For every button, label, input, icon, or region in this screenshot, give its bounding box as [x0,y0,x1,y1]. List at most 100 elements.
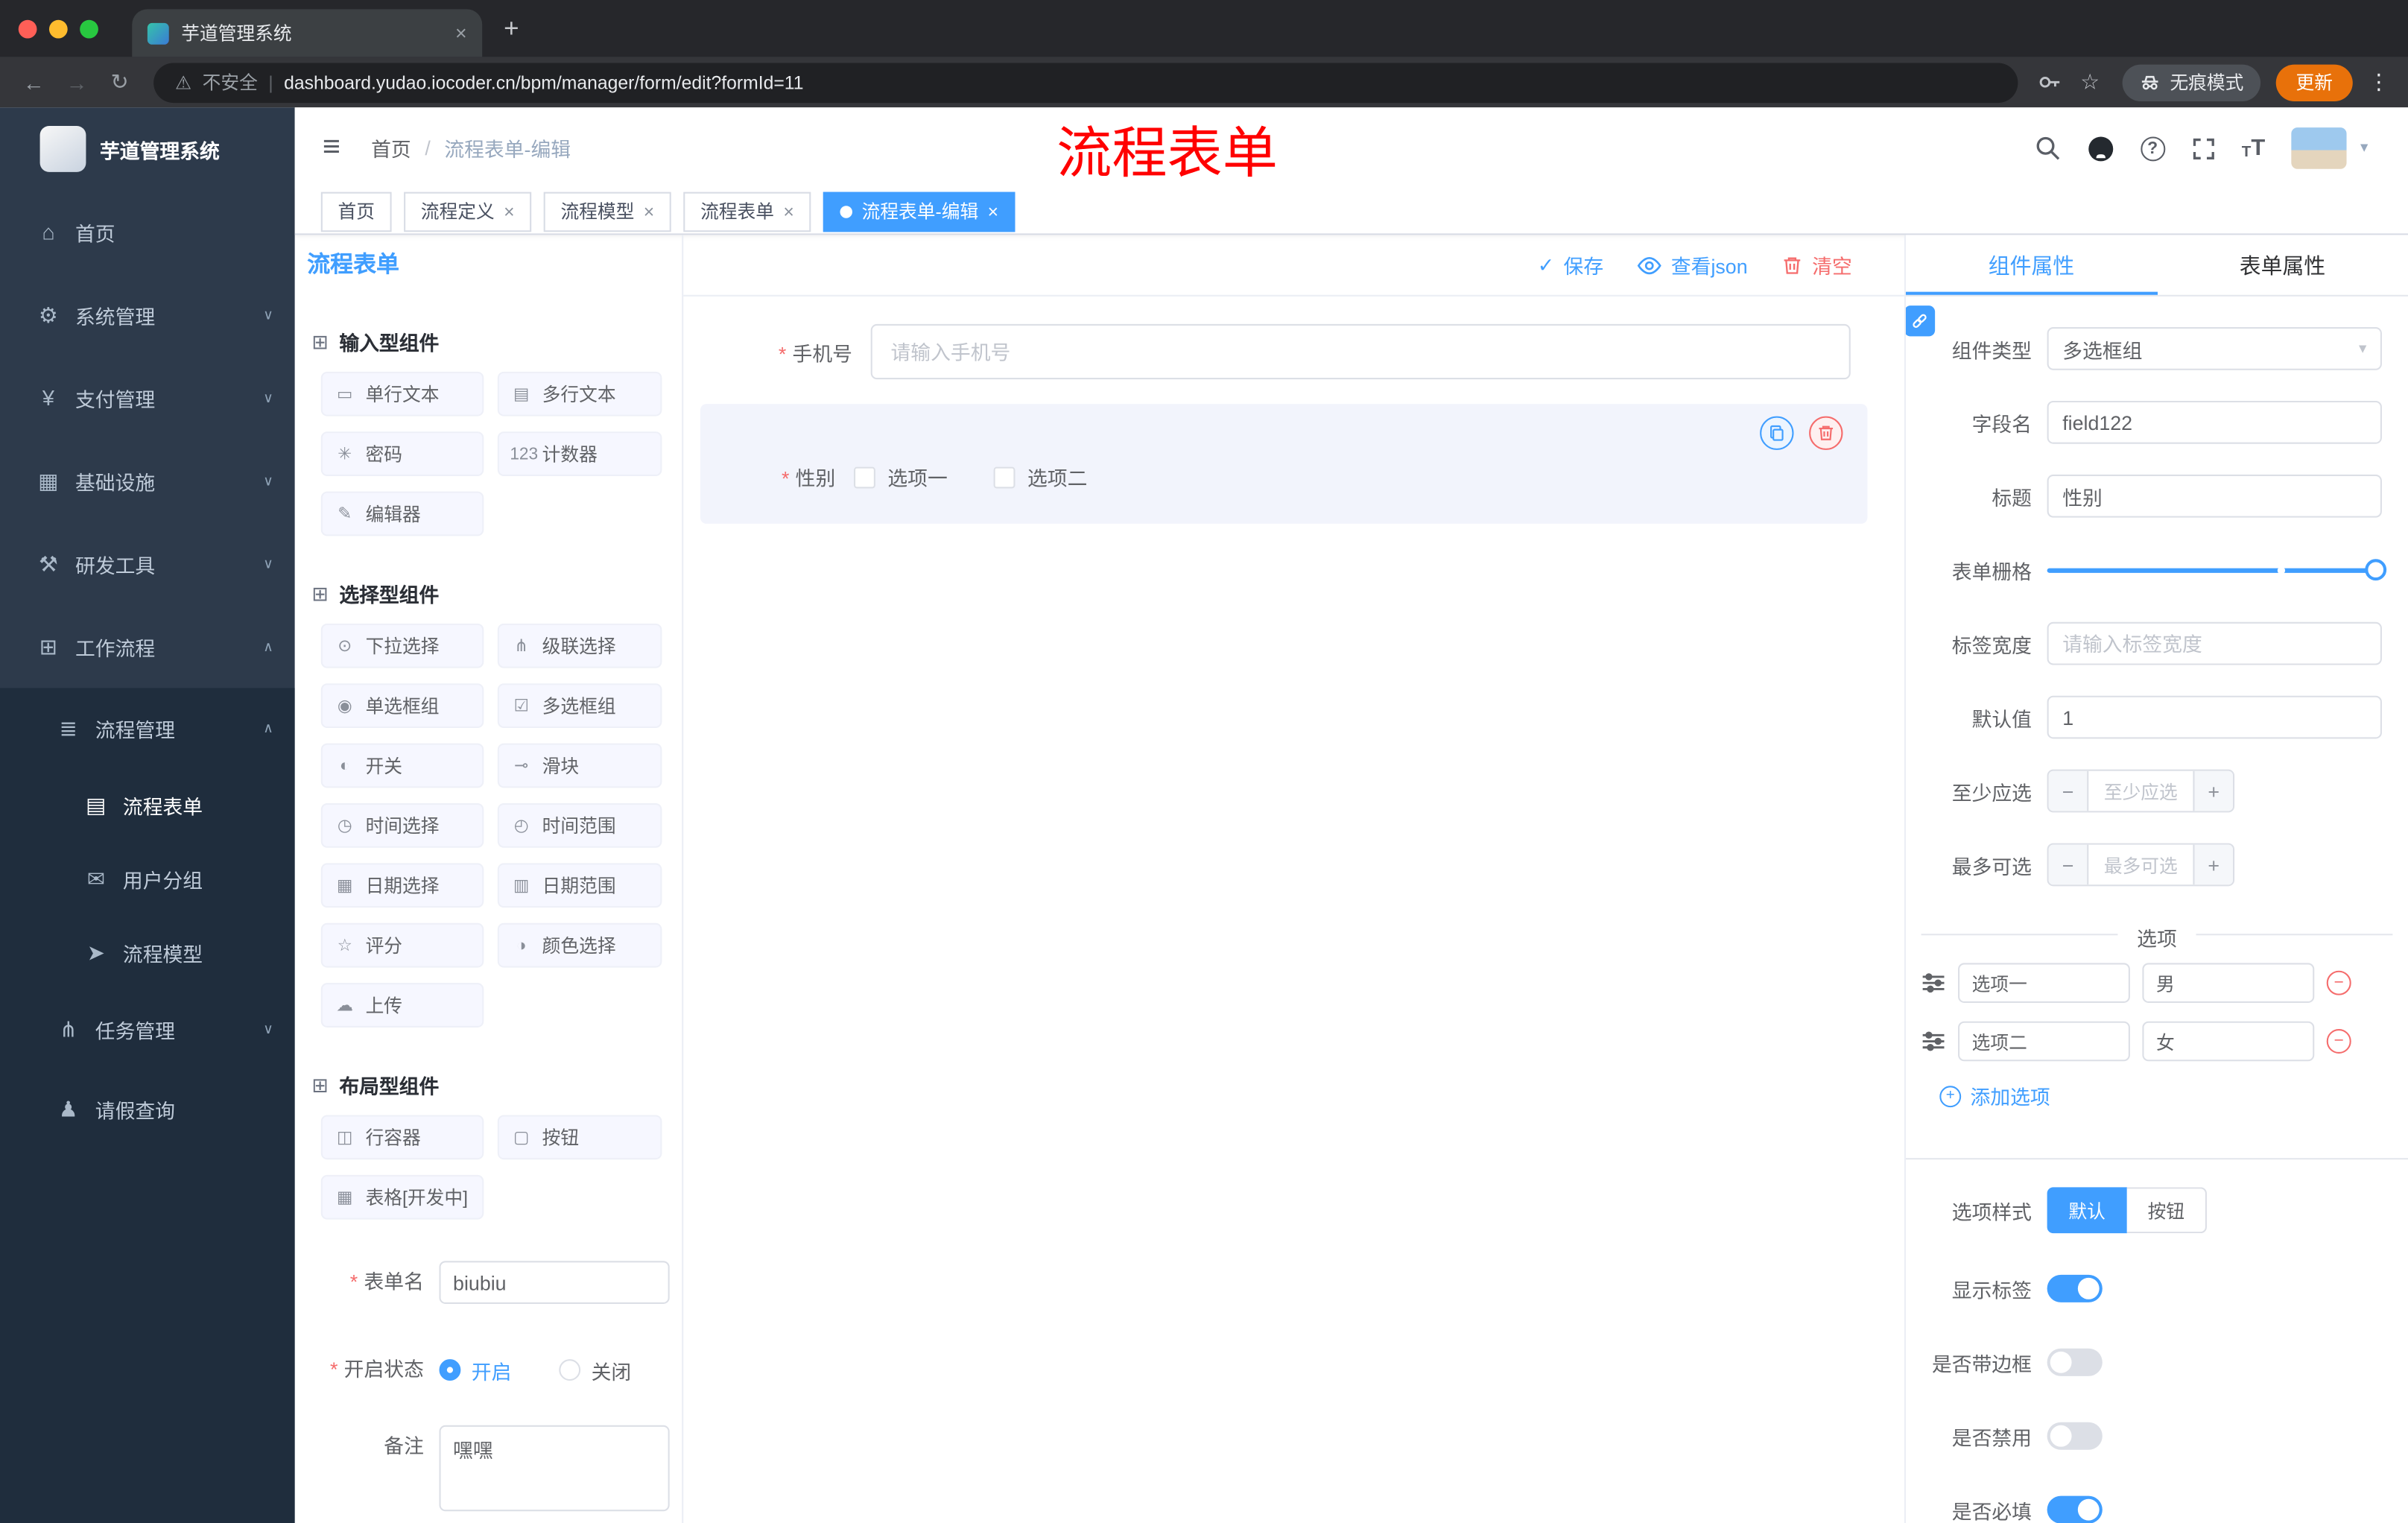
gender-option2-label[interactable]: 选项二 [1027,462,1087,491]
sidebar-item-workflow[interactable]: ⊞ 工作流程 ∧ [0,605,295,688]
tag-process-form-edit[interactable]: 流程表单-编辑 × [823,191,1016,232]
show-label-toggle[interactable] [2047,1274,2103,1302]
palette-item[interactable]: 123 计数器 [497,431,662,476]
tab-close-icon[interactable]: × [455,22,467,45]
palette-item[interactable]: ▥ 日期范围 [497,863,662,908]
tag-close-icon[interactable]: × [988,200,998,222]
palette-item[interactable]: ⊸ 滑块 [497,743,662,788]
palette-item[interactable]: ⊙ 下拉选择 [320,623,484,668]
palette-item[interactable]: ◷ 时间选择 [320,803,484,848]
increment-button[interactable]: + [2193,770,2234,811]
clear-button[interactable]: 清空 [1781,250,1852,279]
palette-item[interactable]: ☁ 上传 [320,983,484,1028]
decrement-button[interactable]: − [2048,844,2089,885]
component-type-select[interactable]: 多选框组 ▾ [2047,327,2382,370]
tag-close-icon[interactable]: × [644,200,654,222]
palette-item[interactable]: ☆ 评分 [320,922,484,968]
minimize-window-button[interactable] [48,19,68,38]
help-icon[interactable]: ? [2140,136,2165,161]
sidebar-item-payment[interactable]: ¥ 支付管理 ∨ [0,356,295,439]
address-bar[interactable]: ⚠ 不安全 | dashboard.yudao.iocoder.cn/bpm/m… [153,62,2018,103]
browser-menu-button[interactable]: ⋮ [2365,69,2392,95]
tag-close-icon[interactable]: × [783,200,793,222]
bookmark-star-icon[interactable]: ☆ [2073,69,2107,95]
disabled-toggle[interactable] [2047,1422,2103,1450]
decrement-button[interactable]: − [2048,770,2089,811]
fullscreen-icon[interactable] [2191,136,2216,160]
selected-component[interactable]: 性别 选项一 选项二 [700,404,1868,524]
increment-button[interactable]: + [2193,844,2234,885]
palette-item[interactable]: ◉ 单选框组 [320,683,484,729]
status-radio-on[interactable] [439,1359,461,1381]
sidebar-item-user-group[interactable]: ✉ 用户分组 [0,842,295,916]
gender-option1-checkbox[interactable] [854,466,875,488]
copy-button[interactable] [1760,416,1794,450]
option-value-input[interactable] [2142,1021,2315,1062]
drag-sliders-icon[interactable] [1921,1029,1946,1054]
gender-option1-label[interactable]: 选项一 [887,462,947,491]
title-input[interactable] [2047,474,2382,518]
palette-item[interactable]: ▦ 日期选择 [320,863,484,908]
delete-button[interactable] [1809,416,1843,450]
tag-close-icon[interactable]: × [504,200,514,222]
remove-option-button[interactable]: − [2326,970,2351,995]
link-button[interactable] [1905,305,1936,337]
breadcrumb-home[interactable]: 首页 [371,133,411,162]
back-button[interactable]: ← [16,70,52,95]
remove-option-button[interactable]: − [2326,1029,2351,1054]
palette-item[interactable]: ☑ 多选框组 [497,683,662,729]
tag-process-model[interactable]: 流程模型 × [543,191,671,232]
palette-item[interactable]: ✳ 密码 [320,431,484,476]
close-window-button[interactable] [18,19,37,38]
gender-option2-checkbox[interactable] [993,466,1016,488]
palette-item[interactable]: ⋔ 级联选择 [497,623,662,668]
github-icon[interactable] [2087,134,2114,162]
option-name-input[interactable] [1958,1021,2130,1062]
hamburger-button[interactable]: ≡ [323,130,340,165]
key-icon[interactable] [2033,71,2067,94]
sidebar-item-process-model[interactable]: ➤ 流程模型 [0,915,295,989]
palette-item[interactable]: ◑ 颜色选择 [497,922,662,968]
status-off-label[interactable]: 关闭 [592,1355,632,1384]
phone-input[interactable] [870,323,1851,380]
search-icon[interactable] [2034,135,2060,161]
update-button[interactable]: 更新 [2275,63,2353,101]
border-toggle[interactable] [2047,1348,2103,1376]
default-value-input[interactable] [2047,695,2382,739]
option-value-input[interactable] [2142,963,2315,1003]
style-button-button[interactable]: 按钮 [2126,1187,2207,1234]
slider-handle[interactable] [2365,559,2387,581]
sidebar-item-infrastructure[interactable]: ▦ 基础设施 ∨ [0,440,295,522]
save-button[interactable]: ✓ 保存 [1538,250,1603,279]
drag-sliders-icon[interactable] [1921,971,1946,995]
zoom-window-button[interactable] [80,19,98,38]
sidebar-item-leave-query[interactable]: ♟ 请假查询 [0,1069,295,1149]
option-name-input[interactable] [1958,963,2130,1003]
profile-caret-icon[interactable]: ▾ [2360,140,2368,157]
sidebar-item-home[interactable]: ⌂ 首页 [0,191,295,273]
palette-item[interactable]: ▭ 单行文本 [320,371,484,417]
form-name-input[interactable] [439,1261,670,1304]
palette-item[interactable]: ◫ 行容器 [320,1115,484,1160]
sidebar-item-devtools[interactable]: ⚒ 研发工具 ∨ [0,522,295,605]
tag-process-definition[interactable]: 流程定义 × [404,191,532,232]
remark-textarea[interactable]: 嘿嘿 [439,1425,670,1512]
status-on-label[interactable]: 开启 [472,1355,512,1384]
style-default-button[interactable]: 默认 [2047,1187,2127,1234]
tab-component-props[interactable]: 组件属性 [1905,235,2157,295]
sidebar-item-process-management[interactable]: ≣ 流程管理 ∧ [0,688,295,767]
new-tab-button[interactable]: + [504,13,519,44]
add-option-button[interactable]: + 添加选项 [1939,1081,2408,1110]
sidebar-item-process-form[interactable]: ▤ 流程表单 [0,768,295,842]
tag-process-form[interactable]: 流程表单 × [683,191,811,232]
palette-item[interactable]: ▤ 多行文本 [497,371,662,417]
tab-form-props[interactable]: 表单属性 [2157,235,2408,294]
palette-item[interactable]: ✎ 编辑器 [320,491,484,536]
required-toggle[interactable] [2047,1495,2103,1523]
avatar[interactable] [2291,127,2347,169]
palette-item[interactable]: ◐ 开关 [320,743,484,788]
forward-button[interactable]: → [58,70,95,95]
field-name-input[interactable] [2047,400,2382,444]
palette-item[interactable]: ▦ 表格[开发中] [320,1174,484,1220]
palette-item[interactable]: ◴ 时间范围 [497,803,662,848]
